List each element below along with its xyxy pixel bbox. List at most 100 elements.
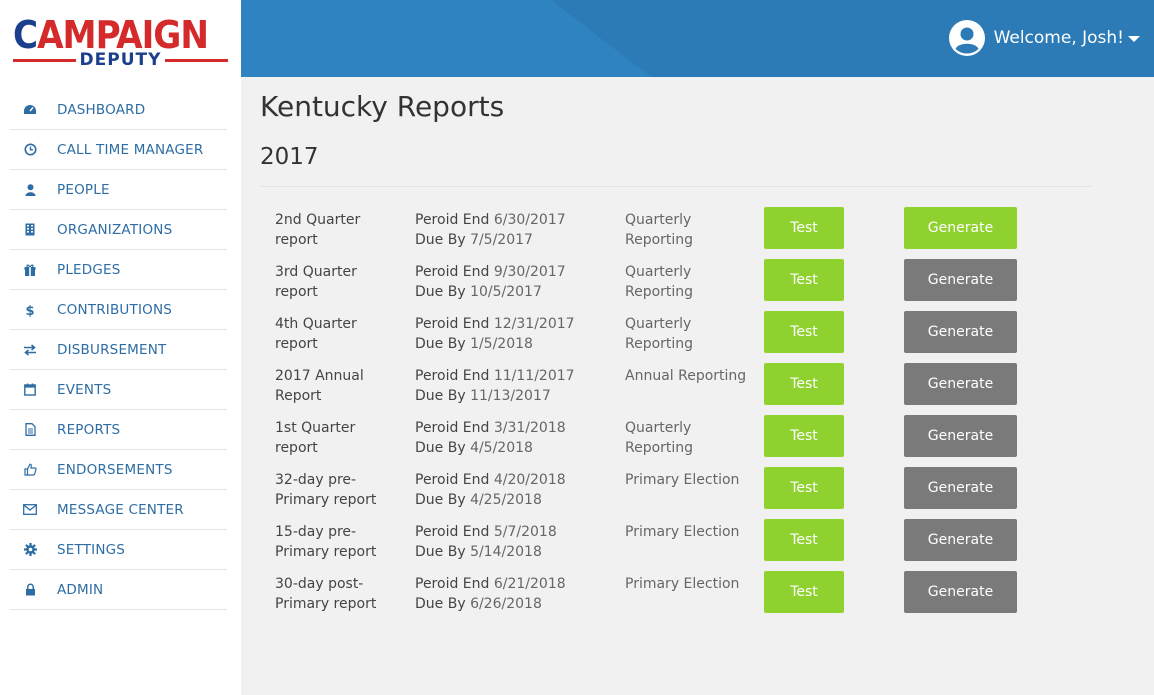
due-by-key: Due By xyxy=(415,596,466,612)
test-button[interactable]: Test xyxy=(764,259,844,301)
period-end-key: Peroid End xyxy=(415,368,490,384)
dollar-icon: $ xyxy=(23,303,37,317)
report-dates: Peroid End 6/21/2018 Due By 6/26/2018 xyxy=(415,574,605,614)
report-dates: Peroid End 6/30/2017 Due By 7/5/2017 xyxy=(415,210,605,250)
report-name: 2nd Quarter report xyxy=(275,212,361,248)
due-by-key: Due By xyxy=(415,440,466,456)
test-button[interactable]: Test xyxy=(764,415,844,457)
campaign-deputy-logo[interactable]: CAMPAIGN DEPUTY xyxy=(13,14,228,72)
report-name: 3rd Quarter report xyxy=(275,264,357,300)
sidebar-item-label: DISBURSEMENT xyxy=(57,341,167,358)
period-end-key: Peroid End xyxy=(415,576,490,592)
sidebar-item-settings[interactable]: SETTINGS xyxy=(10,530,227,570)
generate-button[interactable]: Generate xyxy=(904,571,1017,613)
due-by-value: 6/26/2018 xyxy=(470,596,542,612)
period-end-key: Peroid End xyxy=(415,316,490,332)
sidebar-item-disbursement[interactable]: DISBURSEMENT xyxy=(10,330,227,370)
sidebar-item-label: SETTINGS xyxy=(57,541,126,558)
clock-icon xyxy=(23,143,37,157)
generate-button[interactable]: Generate xyxy=(904,467,1017,509)
user-menu[interactable]: Welcome, Josh! xyxy=(948,20,1140,56)
period-end-value: 5/7/2018 xyxy=(493,524,557,540)
due-by-key: Due By xyxy=(415,388,466,404)
gift-icon xyxy=(23,263,37,277)
sidebar-item-label: ADMIN xyxy=(57,581,104,598)
sidebar-nav: DASHBOARD CALL TIME MANAGER PEOPLE ORGANIZA… xyxy=(10,90,227,610)
test-button[interactable]: Test xyxy=(764,363,844,405)
sidebar-item-organizations[interactable]: ORGANIZATIONS xyxy=(10,210,227,250)
report-type: Primary Election xyxy=(625,524,740,540)
test-button[interactable]: Test xyxy=(764,311,844,353)
year-heading: 2017 xyxy=(260,144,319,170)
due-by-key: Due By xyxy=(415,232,466,248)
sidebar-item-label: CONTRIBUTIONS xyxy=(57,301,173,318)
sidebar-item-label: CALL TIME MANAGER xyxy=(57,141,204,158)
period-end-key: Peroid End xyxy=(415,420,490,436)
sidebar-item-label: DASHBOARD xyxy=(57,101,146,118)
logo-bottom-text: DEPUTY xyxy=(79,50,162,70)
due-by-key: Due By xyxy=(415,544,466,560)
report-dates: Peroid End 12/31/2017 Due By 1/5/2018 xyxy=(415,314,605,354)
page-title: Kentucky Reports xyxy=(260,90,505,123)
due-by-key: Due By xyxy=(415,492,466,508)
generate-button[interactable]: Generate xyxy=(904,311,1017,353)
generate-button[interactable]: Generate xyxy=(904,207,1017,249)
main-content: Kentucky Reports 2017 2nd Quarter report… xyxy=(241,77,1154,695)
logo-rule-left xyxy=(13,58,76,62)
report-name: 15-day pre-Primary report xyxy=(275,524,377,560)
report-type: Annual Reporting xyxy=(625,368,747,384)
due-by-key: Due By xyxy=(415,336,466,352)
report-name: 1st Quarter report xyxy=(275,420,356,456)
sidebar: CAMPAIGN DEPUTY DASHBOARD CALL TIME MANAG… xyxy=(0,0,241,695)
report-row: 2nd Quarter report Peroid End 6/30/2017 Du… xyxy=(241,207,1154,259)
sidebar-item-people[interactable]: PEOPLE xyxy=(10,170,227,210)
report-row: 1st Quarter report Peroid End 3/31/2018 Du… xyxy=(241,415,1154,467)
period-end-key: Peroid End xyxy=(415,212,490,228)
due-by-value: 4/5/2018 xyxy=(470,440,533,456)
sidebar-item-label: PEOPLE xyxy=(57,181,110,198)
top-header: Welcome, Josh! xyxy=(241,0,1154,77)
sidebar-item-dashboard[interactable]: DASHBOARD xyxy=(10,90,227,130)
sidebar-item-label: PLEDGES xyxy=(57,261,121,278)
report-row: 4th Quarter report Peroid End 12/31/2017 D… xyxy=(241,311,1154,363)
test-button[interactable]: Test xyxy=(764,571,844,613)
envelope-icon xyxy=(23,503,37,517)
sidebar-item-endorsements[interactable]: ENDORSEMENTS xyxy=(10,450,227,490)
test-button[interactable]: Test xyxy=(764,467,844,509)
gear-icon xyxy=(23,543,37,557)
due-by-value: 7/5/2017 xyxy=(470,232,533,248)
report-dates: Peroid End 3/31/2018 Due By 4/5/2018 xyxy=(415,418,605,458)
due-by-value: 1/5/2018 xyxy=(470,336,533,352)
report-name: 2017 Annual Report xyxy=(275,368,364,404)
building-icon xyxy=(23,223,37,237)
sidebar-item-message-center[interactable]: MESSAGE CENTER xyxy=(10,490,227,530)
document-icon xyxy=(23,423,37,437)
report-dates: Peroid End 5/7/2018 Due By 5/14/2018 xyxy=(415,522,605,562)
report-type: Primary Election xyxy=(625,576,740,592)
report-dates: Peroid End 4/20/2018 Due By 4/25/2018 xyxy=(415,470,605,510)
dashboard-icon xyxy=(23,103,37,117)
sidebar-item-contributions[interactable]: $ CONTRIBUTIONS xyxy=(10,290,227,330)
sidebar-item-label: REPORTS xyxy=(57,421,121,438)
report-type: Primary Election xyxy=(625,472,740,488)
header-accent xyxy=(241,0,651,77)
thumbs-up-icon xyxy=(23,463,37,477)
calendar-icon xyxy=(23,383,37,397)
test-button[interactable]: Test xyxy=(764,207,844,249)
report-row: 30-day post-Primary report Peroid End 6/2… xyxy=(241,571,1154,623)
period-end-value: 12/31/2017 xyxy=(493,316,575,332)
sidebar-item-call-time-manager[interactable]: CALL TIME MANAGER xyxy=(10,130,227,170)
sidebar-item-pledges[interactable]: PLEDGES xyxy=(10,250,227,290)
generate-button[interactable]: Generate xyxy=(904,363,1017,405)
sidebar-item-label: EVENTS xyxy=(57,381,112,398)
report-row: 15-day pre-Primary report Peroid End 5/7/… xyxy=(241,519,1154,571)
sidebar-item-admin[interactable]: ADMIN xyxy=(10,570,227,610)
generate-button[interactable]: Generate xyxy=(904,259,1017,301)
sidebar-item-events[interactable]: EVENTS xyxy=(10,370,227,410)
report-row: 32-day pre-Primary report Peroid End 4/20… xyxy=(241,467,1154,519)
generate-button[interactable]: Generate xyxy=(904,519,1017,561)
generate-button[interactable]: Generate xyxy=(904,415,1017,457)
test-button[interactable]: Test xyxy=(764,519,844,561)
person-icon xyxy=(23,183,37,197)
sidebar-item-reports[interactable]: REPORTS xyxy=(10,410,227,450)
